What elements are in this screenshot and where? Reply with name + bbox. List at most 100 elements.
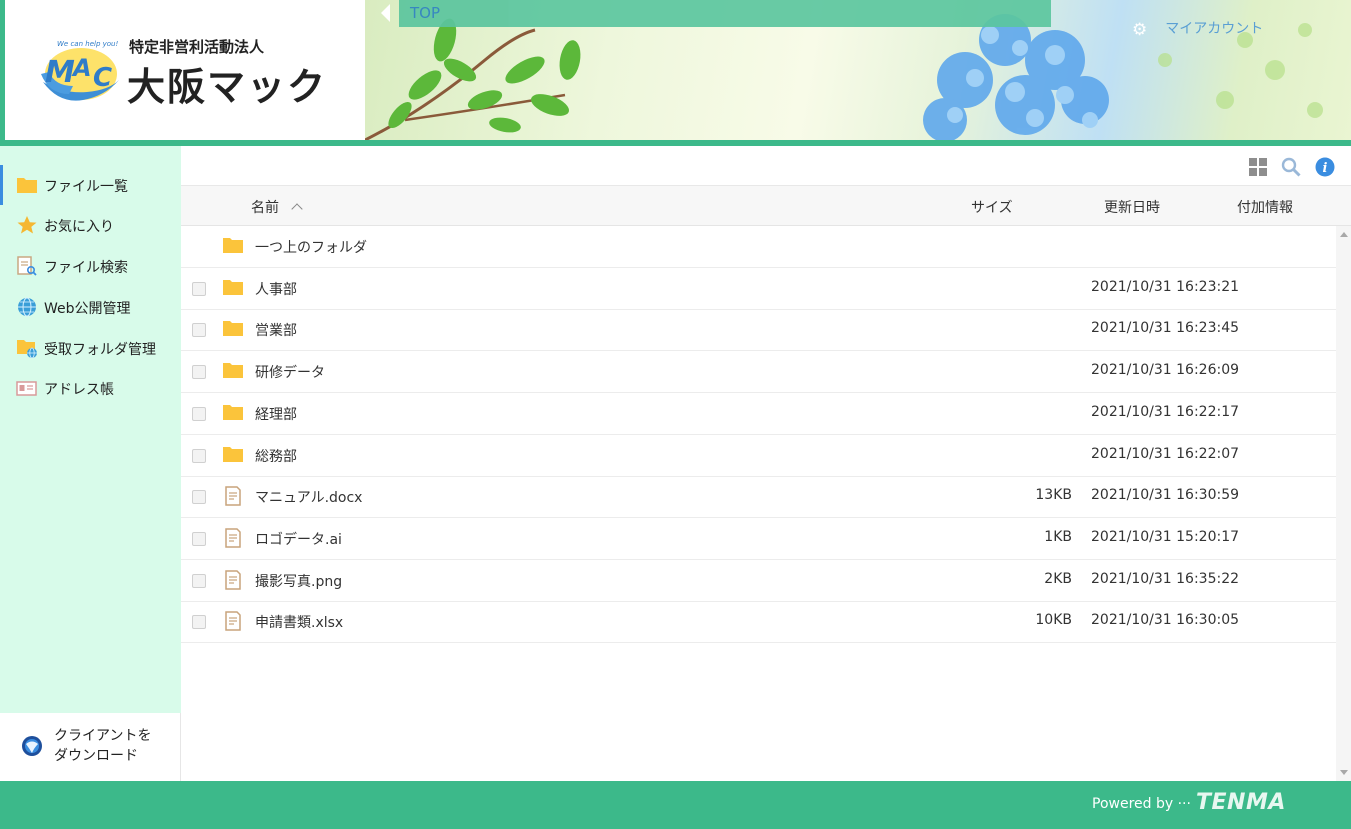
row-checkbox[interactable] [192, 490, 206, 505]
sidebar-item-label: ファイル検索 [44, 260, 128, 276]
document-icon [225, 528, 241, 548]
column-name[interactable]: 名前 [251, 197, 303, 217]
grid-view-icon[interactable] [1248, 157, 1268, 177]
file-updated: 2021/10/31 16:35:22 [1091, 570, 1240, 587]
sidebar-item-file-list[interactable]: ファイル一覧 [0, 165, 181, 205]
sidebar-item-label: 受取フォルダ管理 [44, 342, 156, 358]
file-updated: 2021/10/31 15:20:17 [1091, 528, 1240, 545]
sidebar-item-label: アドレス帳 [44, 382, 114, 398]
row-checkbox[interactable] [192, 365, 206, 380]
file-name[interactable]: 人事部 [255, 279, 297, 299]
vertical-scrollbar[interactable] [1336, 226, 1351, 781]
table-row[interactable]: 撮影写真.png 2KB 2021/10/31 16:35:22 [181, 560, 1336, 602]
row-checkbox[interactable] [192, 281, 206, 296]
parent-folder-row[interactable]: 一つ上のフォルダ [181, 226, 1336, 268]
client-download-button[interactable]: クライアントをダウンロード [0, 713, 181, 781]
mac-logo-mark: M A C We can help you! [41, 40, 119, 101]
globe-icon [18, 297, 36, 317]
sort-ascending-icon [291, 203, 303, 215]
file-name[interactable]: 経理部 [255, 404, 297, 424]
sidebar-item-file-search[interactable]: ファイル検索 [0, 246, 181, 286]
document-icon [225, 611, 241, 632]
row-checkbox[interactable] [192, 406, 206, 421]
folder-icon [223, 238, 243, 253]
file-name[interactable]: 撮影写真.png [255, 571, 342, 591]
scroll-up-icon[interactable] [1340, 232, 1348, 237]
column-header: 名前 サイズ 更新日時 付加情報 [181, 186, 1351, 226]
star-icon [17, 216, 37, 234]
column-name-label: 名前 [251, 200, 279, 216]
table-row[interactable]: 総務部 2021/10/31 16:22:07 [181, 435, 1336, 477]
sidebar: ファイル一覧 お気に入り ファイル検索 Web公開管理 受取フォルダ管理 アドレ… [0, 146, 181, 781]
file-list: 一つ上のフォルダ 人事部 2021/10/31 16:23:21 営業部 2021/10… [181, 226, 1336, 781]
file-updated: 2021/10/31 16:22:07 [1091, 445, 1240, 462]
top-breadcrumb[interactable]: TOP [399, 0, 1051, 27]
client-download-label: クライアントをダウンロード [54, 728, 152, 764]
folder-icon [17, 178, 37, 193]
sidebar-item-address-book[interactable]: アドレス帳 [0, 368, 181, 408]
file-updated: 2021/10/31 16:30:59 [1091, 487, 1240, 504]
file-name[interactable]: ロゴデータ.ai [255, 529, 342, 549]
scroll-down-icon[interactable] [1340, 770, 1348, 775]
gear-icon: ⚙ [1132, 20, 1148, 40]
table-row[interactable]: 営業部 2021/10/31 16:23:45 [181, 309, 1336, 352]
file-name[interactable]: 研修データ [255, 362, 325, 382]
folder-icon [223, 279, 243, 295]
file-updated: 2021/10/31 16:26:09 [1091, 362, 1240, 379]
folder-icon [223, 404, 243, 420]
folder-icon [223, 446, 243, 462]
file-name[interactable]: 総務部 [255, 446, 297, 466]
top-link[interactable]: TOP [410, 4, 440, 22]
info-icon[interactable]: i [1315, 157, 1335, 177]
file-name[interactable]: マニュアル.docx [255, 487, 362, 507]
org-type: 特定非営利活動法人 [129, 38, 265, 56]
sidebar-item-receive-folder[interactable]: 受取フォルダ管理 [0, 328, 181, 368]
svg-text:i: i [1323, 161, 1328, 176]
table-row[interactable]: 経理部 2021/10/31 16:22:17 [181, 393, 1336, 435]
my-account-link[interactable]: ⚙ マイアカウント [1132, 18, 1263, 40]
file-name[interactable]: 申請書類.xlsx [255, 612, 343, 632]
search-icon[interactable] [1281, 157, 1301, 177]
file-name[interactable]: 営業部 [255, 320, 297, 340]
sidebar-item-web-publish[interactable]: Web公開管理 [0, 287, 181, 327]
file-name[interactable]: 一つ上のフォルダ [255, 237, 367, 257]
table-row[interactable]: 人事部 2021/10/31 16:23:21 [181, 268, 1336, 310]
row-checkbox[interactable] [192, 323, 206, 338]
file-size: 10KB [1035, 612, 1072, 629]
row-checkbox[interactable] [192, 615, 206, 630]
powered-by-text: Powered by ··· [1092, 796, 1191, 812]
inbox-folder-icon [17, 340, 37, 358]
sidebar-item-favorites[interactable]: お気に入り [0, 205, 181, 245]
folder-icon [223, 363, 243, 379]
back-arrow-icon[interactable] [381, 4, 390, 22]
svg-text:A: A [71, 54, 92, 82]
logo[interactable]: M A C We can help you! 特定非営利活動法人 大阪マック [5, 0, 365, 140]
svg-text:M: M [45, 55, 75, 90]
file-updated: 2021/10/31 16:23:45 [1091, 320, 1240, 337]
column-extra-info[interactable]: 付加情報 [1237, 197, 1293, 217]
table-row[interactable]: ロゴデータ.ai 1KB 2021/10/31 15:20:17 [181, 518, 1336, 560]
org-name: 大阪マック [127, 65, 328, 109]
row-checkbox[interactable] [192, 531, 206, 546]
sidebar-item-label: ファイル一覧 [44, 179, 128, 195]
table-row[interactable]: マニュアル.docx 13KB 2021/10/31 16:30:59 [181, 476, 1336, 519]
document-icon [225, 569, 241, 590]
row-checkbox[interactable] [192, 573, 206, 588]
table-row[interactable]: 申請書類.xlsx 10KB 2021/10/31 16:30:05 [181, 601, 1336, 644]
file-updated: 2021/10/31 16:23:21 [1091, 278, 1240, 295]
folder-icon [223, 321, 243, 337]
file-size: 13KB [1035, 487, 1072, 504]
app-header: M A C We can help you! 特定非営利活動法人 大阪マック T… [0, 0, 1351, 146]
column-size[interactable]: サイズ [971, 197, 1013, 217]
file-size: 1KB [1044, 528, 1072, 545]
client-download-icon [22, 736, 42, 756]
column-updated[interactable]: 更新日時 [1104, 197, 1160, 217]
my-account-label: マイアカウント [1165, 21, 1264, 37]
address-book-icon [16, 381, 37, 396]
svg-text:We can help you!: We can help you! [57, 40, 118, 48]
row-checkbox[interactable] [192, 448, 206, 463]
app-footer: Powered by ··· TENMA [0, 781, 1351, 829]
document-icon [225, 486, 241, 506]
file-toolbar: i [181, 146, 1351, 186]
table-row[interactable]: 研修データ 2021/10/31 16:26:09 [181, 351, 1336, 394]
